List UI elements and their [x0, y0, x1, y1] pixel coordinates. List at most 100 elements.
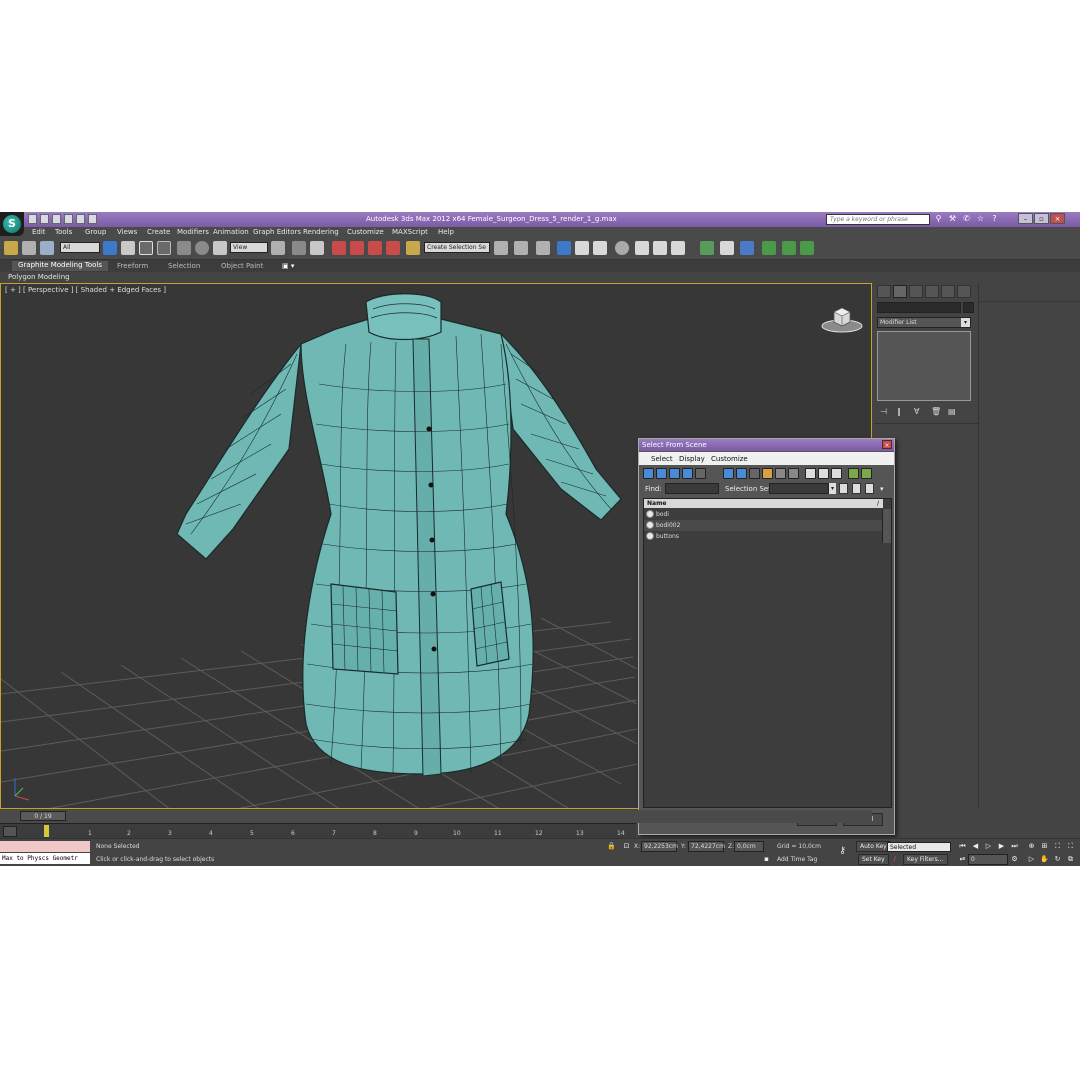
dialog-menu-select[interactable]: Select: [651, 455, 673, 463]
make-unique-icon[interactable]: ∀: [914, 407, 923, 416]
close-icon[interactable]: ×: [1050, 213, 1065, 224]
selection-set-dropdown[interactable]: [769, 483, 829, 494]
time-slider[interactable]: 0 / 19: [0, 810, 872, 823]
track-bar[interactable]: 1 2 3 4 5 6 7 8 9 10 11 12 13 14: [0, 823, 636, 838]
layer-manager-icon[interactable]: [536, 241, 550, 255]
y-coordinate-field[interactable]: 72,4227cm: [688, 841, 725, 852]
display-containers-icon[interactable]: [775, 468, 786, 479]
keyboard-shortcut-icon[interactable]: [310, 241, 324, 255]
mini-curve-editor-icon[interactable]: [3, 826, 17, 837]
close-icon[interactable]: ×: [882, 440, 892, 449]
selection-set-highlight-icon[interactable]: [865, 483, 874, 494]
add-time-tag[interactable]: Add Time Tag: [777, 856, 817, 863]
display-xrefs-icon[interactable]: [749, 468, 760, 479]
bind-spacewarp-icon[interactable]: [40, 241, 54, 255]
display-invert-icon[interactable]: [831, 468, 842, 479]
render-production-icon[interactable]: [671, 241, 685, 255]
scale-icon[interactable]: [213, 241, 227, 255]
field-of-view-icon[interactable]: ▷: [1027, 855, 1036, 864]
window-crossing-icon[interactable]: [157, 241, 171, 255]
rendered-frame-icon[interactable]: [653, 241, 667, 255]
menu-maxscript[interactable]: MAXScript: [392, 228, 428, 236]
motion-tab-icon[interactable]: [925, 285, 939, 298]
list-item[interactable]: buttons: [644, 531, 883, 542]
angle-snap-icon[interactable]: [350, 241, 364, 255]
configure-sets-icon[interactable]: ▤: [948, 407, 957, 416]
communication-icon[interactable]: ✆: [962, 214, 971, 224]
physx-simulate-icon[interactable]: [762, 241, 776, 255]
display-frozen-icon[interactable]: [788, 468, 799, 479]
z-coordinate-field[interactable]: 0,0cm: [734, 841, 764, 852]
show-end-result-icon[interactable]: ‖: [897, 407, 906, 416]
spinner-snap-icon[interactable]: [386, 241, 400, 255]
toolbar-overflow-icon[interactable]: ▾: [880, 485, 884, 493]
display-helpers-icon[interactable]: [695, 468, 706, 479]
chevron-down-icon[interactable]: ▾: [829, 483, 836, 494]
absolute-mode-icon[interactable]: ⊡: [622, 842, 631, 851]
viewcube-icon[interactable]: [821, 304, 863, 334]
unlink-icon[interactable]: [22, 241, 36, 255]
display-none-icon[interactable]: [818, 468, 829, 479]
dialog-menu-customize[interactable]: Customize: [711, 455, 748, 463]
menu-tools[interactable]: Tools: [55, 228, 72, 236]
surgeon-dress-model[interactable]: [176, 293, 622, 777]
subscription-icon[interactable]: ⚒: [948, 214, 957, 224]
display-groups-icon[interactable]: [736, 468, 747, 479]
display-tab-icon[interactable]: [941, 285, 955, 298]
filter-options-icon[interactable]: [861, 468, 872, 479]
time-slider-thumb[interactable]: 0 / 19: [20, 811, 66, 821]
pan-view-icon[interactable]: ✋: [1040, 855, 1049, 864]
select-object-icon[interactable]: [103, 241, 117, 255]
named-selection-dropdown[interactable]: Create Selection Se: [424, 242, 490, 253]
percent-snap-icon[interactable]: [368, 241, 382, 255]
menu-group[interactable]: Group: [85, 228, 106, 236]
utilities-tab-icon[interactable]: [957, 285, 971, 298]
project-folder-icon[interactable]: [88, 214, 97, 224]
schematic-view-icon[interactable]: [593, 241, 607, 255]
pin-stack-icon[interactable]: ⊣: [880, 407, 889, 416]
remove-modifier-icon[interactable]: 🗑: [931, 407, 941, 416]
list-item[interactable]: bodi: [644, 509, 883, 520]
plugin-tool-3-icon[interactable]: [740, 241, 754, 255]
align-icon[interactable]: [514, 241, 528, 255]
selection-set-remove-icon[interactable]: [852, 483, 861, 494]
rotate-icon[interactable]: [195, 241, 209, 255]
tab-freeform[interactable]: Freeform: [117, 262, 148, 270]
key-mode-dropdown[interactable]: Selected: [887, 842, 951, 852]
display-lights-icon[interactable]: [669, 468, 680, 479]
menu-help[interactable]: Help: [438, 228, 454, 236]
x-coordinate-field[interactable]: 92,2253cm: [641, 841, 678, 852]
viewport-label[interactable]: [ + ] [ Perspective ] [ Shaded + Edged F…: [5, 286, 166, 294]
object-name-field[interactable]: [877, 302, 961, 313]
new-file-icon[interactable]: [28, 214, 37, 224]
physx-reset-icon[interactable]: [782, 241, 796, 255]
tab-graphite-modeling-tools[interactable]: Graphite Modeling Tools: [12, 261, 109, 271]
key-mode-toggle-icon[interactable]: ⏯: [958, 855, 967, 864]
menu-customize[interactable]: Customize: [347, 228, 384, 236]
time-tag-icon[interactable]: ▪: [762, 855, 771, 864]
maximize-viewport-icon[interactable]: ⧉: [1066, 855, 1075, 864]
select-by-name-icon[interactable]: [121, 241, 135, 255]
graphite-toggle-icon[interactable]: [557, 241, 571, 255]
name-column-header[interactable]: Name /: [644, 499, 883, 508]
open-file-icon[interactable]: [40, 214, 49, 224]
pivot-center-icon[interactable]: [271, 241, 285, 255]
link-icon[interactable]: [4, 241, 18, 255]
reference-coordinate-dropdown[interactable]: View: [230, 242, 268, 253]
display-spacewarps-icon[interactable]: [723, 468, 734, 479]
undo-icon[interactable]: [64, 214, 73, 224]
zoom-icon[interactable]: ⊕: [1027, 842, 1036, 851]
maxscript-listener-output[interactable]: Max to Physcs Geometr: [0, 853, 90, 864]
ribbon-options-icon[interactable]: ▣ ▾: [282, 262, 294, 270]
maxscript-listener-input[interactable]: [0, 841, 90, 852]
scene-object-list[interactable]: Name / bodi bodi002 buttons: [643, 498, 892, 808]
next-frame-icon[interactable]: ▶: [997, 842, 1006, 851]
orbit-icon[interactable]: ↻: [1053, 855, 1062, 864]
create-tab-icon[interactable]: [877, 285, 891, 298]
manipulate-icon[interactable]: [292, 241, 306, 255]
zoom-extents-icon[interactable]: ⛶: [1053, 842, 1062, 851]
set-key-brush-icon[interactable]: /: [890, 855, 899, 864]
display-cameras-icon[interactable]: [682, 468, 693, 479]
application-button[interactable]: S: [0, 212, 24, 236]
tab-selection[interactable]: Selection: [168, 262, 200, 270]
